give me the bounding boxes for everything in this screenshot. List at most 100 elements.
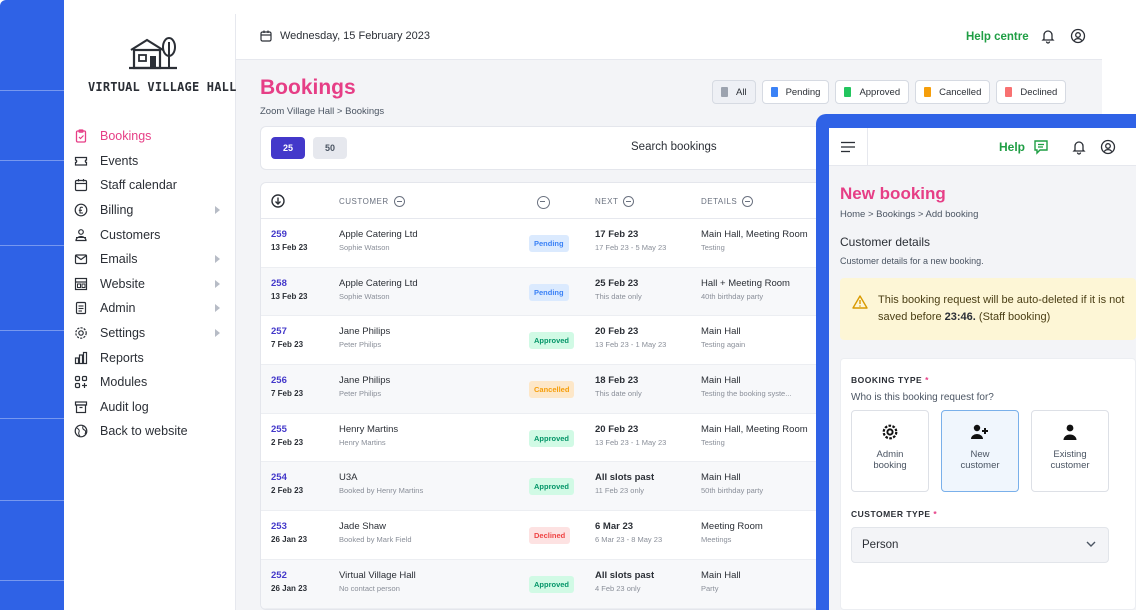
collapse-icon[interactable] [623,196,635,207]
chevron-right-icon [215,279,220,288]
table-row[interactable]: 254 2 Feb 23 U3A Booked by Henry Martins App… [261,462,859,512]
panel-topbar: Help [829,128,1136,166]
column-header-status[interactable] [537,196,550,209]
filter-label: Declined [1020,86,1058,98]
gear-icon [75,327,87,339]
sidebar-item-admin[interactable]: Admin [74,296,230,321]
sidebar-item-customers[interactable]: Customers [74,222,230,247]
customer-name: Henry Martins [339,423,399,435]
filter-all-button[interactable]: All [712,80,756,104]
warning-text-suffix: (Staff booking) [975,311,1051,323]
booking-id-link[interactable]: 258 [271,278,287,289]
filter-cancelled-button[interactable]: Cancelled [915,80,991,104]
collapse-icon[interactable] [742,196,754,207]
search-bookings-input[interactable]: Search bookings [631,141,717,153]
booking-type-option-existing-customer[interactable]: Existing customer [1031,410,1109,492]
warning-text: This booking request will be auto-delete… [878,292,1128,326]
modules-icon [74,376,88,389]
warning-deadline: 23:46. [944,311,976,323]
booking-date: 26 Jan 23 [271,535,308,545]
booking-id-link[interactable]: 257 [271,326,287,337]
next-date: 18 Feb 23 [595,375,639,387]
page-size-50-button[interactable]: 50 [313,137,347,159]
required-marker: * [933,509,938,519]
collapse-icon[interactable] [393,196,405,207]
sidebar-item-audit-log[interactable]: Audit log [74,395,230,420]
user-account-icon[interactable] [1070,28,1086,44]
booking-details-note: 50th birthday party [701,486,764,496]
table-row[interactable]: 258 13 Feb 23 Apple Catering Ltd Sophie Wat… [261,267,859,317]
booking-id-link[interactable]: 254 [271,472,287,483]
brand-logo[interactable]: VIRTUAL VILLAGE HALL [88,34,236,114]
sort-down-icon[interactable] [271,194,285,208]
bookings-table: CUSTOMER NEXT DETAILS 259 13 Feb 23 Apple … [260,182,860,610]
next-date-range: 17 Feb 23 - 5 May 23 [595,243,667,252]
sidebar-item-website[interactable]: Website [74,272,230,297]
panel-help-link[interactable]: Help [999,140,1025,154]
sidebar-item-settings[interactable]: Settings [74,321,230,346]
column-header-details[interactable]: DETAILS [701,196,754,207]
filter-declined-button[interactable]: Declined [996,80,1067,104]
table-row[interactable]: 255 2 Feb 23 Henry Martins Henry Martins App… [261,414,859,463]
page-size-25-button[interactable]: 25 [271,137,305,159]
booking-id-link[interactable]: 253 [271,521,287,532]
filter-label: All [736,86,747,98]
table-row[interactable]: 257 7 Feb 23 Jane Philips Peter Philips Appr… [261,316,859,366]
option-label-line2: customer [960,460,1000,471]
booking-date: 2 Feb 23 [271,486,304,496]
panel-title: New booking [840,184,946,203]
sidebar-item-label: Bookings [100,129,152,144]
table-row[interactable]: 256 7 Feb 23 Jane Philips Peter Philips Canc… [261,365,859,414]
panel-breadcrumb[interactable]: Home > Bookings > Add booking [840,209,978,220]
booking-details: Main Hall [701,375,741,387]
booking-details: Main Hall [701,472,741,484]
sidebar-item-label: Audit log [100,399,149,414]
option-label-line2: booking [873,460,907,471]
option-label-line1: Admin [876,449,904,460]
booking-id-link[interactable]: 252 [271,570,287,581]
filter-approved-button[interactable]: Approved [835,80,910,104]
table-header: CUSTOMER NEXT DETAILS [261,183,859,219]
customer-name: Apple Catering Ltd [339,229,418,240]
help-centre-link[interactable]: Help centre [966,31,1029,43]
bell-icon[interactable] [1040,28,1056,44]
table-row[interactable]: 259 13 Feb 23 Apple Catering Ltd Sophie Wat… [261,219,859,268]
booking-id-link[interactable]: 259 [271,229,287,240]
menu-icon[interactable] [841,141,855,153]
booking-type-option-admin-booking[interactable]: Admin booking [851,410,929,492]
customer-name: Jade Shaw [339,521,387,533]
sidebar-item-reports[interactable]: Reports [74,345,230,370]
chat-icon[interactable] [1033,139,1049,155]
sidebar-item-events[interactable]: Events [74,149,230,174]
page-title: Bookings [260,76,356,99]
breadcrumb[interactable]: Zoom Village Hall > Bookings [260,106,384,117]
chevron-right-icon [215,205,220,214]
bell-icon[interactable] [1071,139,1087,155]
table-row[interactable]: 252 26 Jan 23 Virtual Village Hall No conta… [261,559,859,609]
user-account-icon[interactable] [1100,139,1116,155]
booking-id-link[interactable]: 256 [271,375,287,386]
customer-name: Jane Philips [339,375,391,387]
booking-details-note: Testing the booking syste... [701,389,792,399]
table-row[interactable]: 253 26 Jan 23 Jade Shaw Booked by Mark Fiel… [261,511,859,560]
booking-details-note: Testing again [701,340,746,350]
filter-pending-button[interactable]: Pending [761,80,830,104]
next-date-range: This date only [595,291,642,301]
customer-type-select[interactable]: Person [851,527,1109,563]
bookmark-icon [770,87,778,97]
status-filters: All Pending Approved Cancelled Declined [712,80,1067,104]
sidebar-item-billing[interactable]: Billing [74,198,230,223]
booking-type-option-new-customer[interactable]: New customer [941,410,1019,492]
collapse-icon[interactable] [537,196,550,209]
sidebar-item-emails[interactable]: Emails [74,247,230,272]
column-header-customer[interactable]: CUSTOMER [339,196,405,207]
column-header-next[interactable]: NEXT [595,196,635,207]
booking-id-link[interactable]: 255 [271,424,287,435]
sidebar-item-label: Settings [100,326,146,341]
sidebar-item-back-to-website[interactable]: Back to website [74,419,230,444]
next-date: All slots past [595,569,655,581]
sidebar-item-bookings[interactable]: Bookings [74,124,230,149]
column-header-details-label: DETAILS [701,197,738,206]
sidebar-item-modules[interactable]: Modules [74,370,230,395]
sidebar-item-staff-calendar[interactable]: Staff calendar [74,173,230,198]
